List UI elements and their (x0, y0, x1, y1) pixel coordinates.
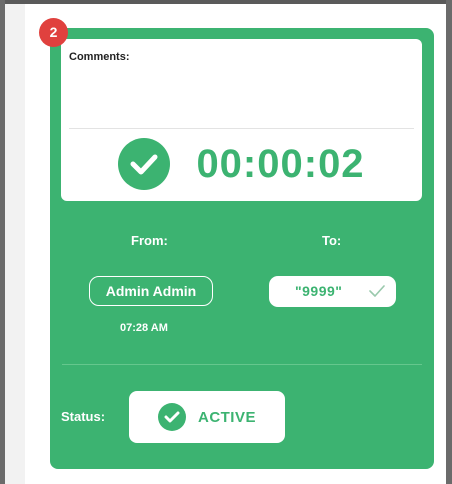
status-label: Status: (61, 409, 106, 424)
from-label: From: (131, 233, 168, 248)
checkmark-icon (369, 284, 385, 303)
to-number: "9999" (295, 283, 343, 299)
status-value: ACTIVE (197, 408, 256, 426)
to-label: To: (322, 233, 342, 248)
comments-divider (69, 128, 414, 129)
window-frame-top (0, 0, 452, 4)
elapsed-timer: 00:00:02 (196, 141, 365, 186)
to-number-pill[interactable]: "9999" (269, 276, 396, 307)
window-frame-right (446, 0, 452, 484)
from-caller-name: Admin Admin (105, 283, 197, 299)
timer-row: 00:00:02 (61, 135, 422, 193)
check-circle-icon (157, 403, 186, 431)
comments-panel[interactable]: Comments: 00:00:02 (61, 39, 422, 201)
card-count-badge: 2 (39, 18, 68, 47)
from-time: 07:28 AM (120, 322, 168, 334)
section-divider (62, 364, 422, 365)
left-gutter (5, 4, 25, 484)
call-card: Comments: 00:00:02 From: To: Admin Admin… (50, 28, 434, 469)
comments-label: Comments: (69, 51, 130, 63)
from-caller-pill[interactable]: Admin Admin (89, 276, 213, 306)
check-circle-icon (118, 138, 171, 190)
status-button[interactable]: ACTIVE (129, 391, 285, 443)
